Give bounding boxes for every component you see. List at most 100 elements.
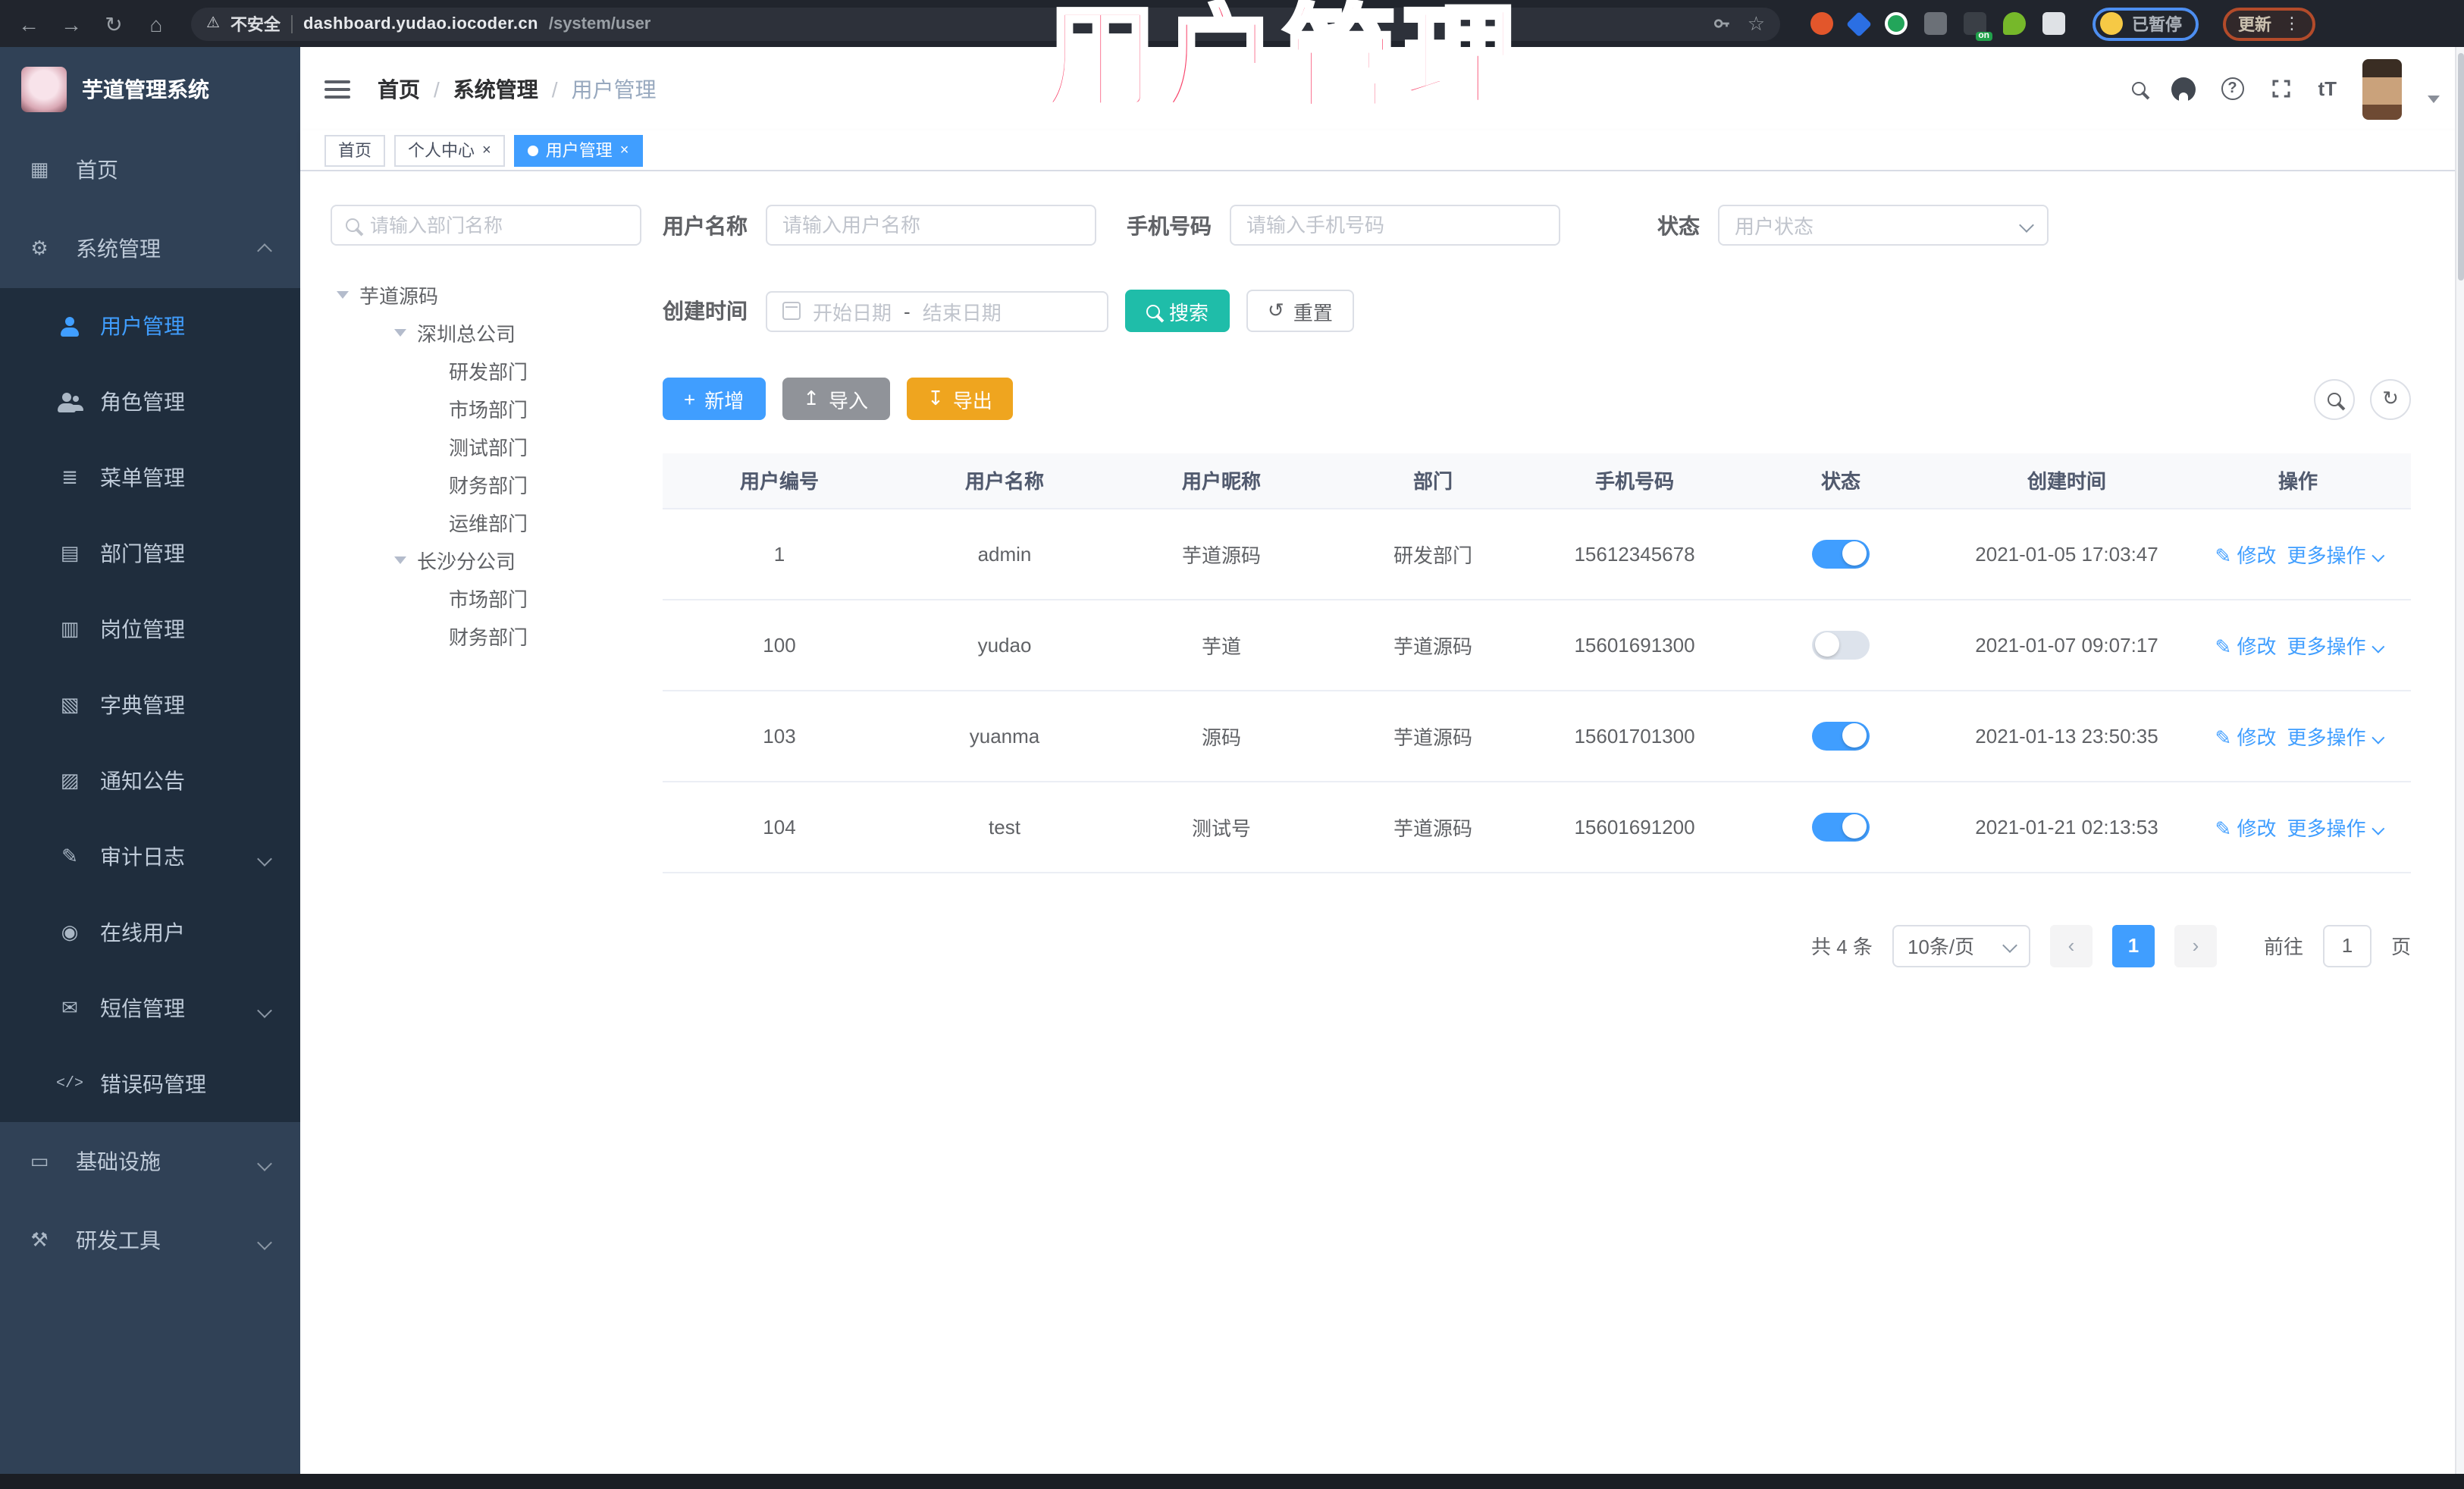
- scrollbar-thumb[interactable]: [2458, 53, 2464, 281]
- sidebar-item-岗位管理[interactable]: ▥ 岗位管理: [0, 591, 300, 667]
- sidebar-item-首页[interactable]: ▦ 首页: [0, 130, 300, 209]
- app-logo-row[interactable]: 芋道管理系统: [0, 47, 300, 130]
- extension-icon-gem[interactable]: [1846, 11, 1872, 36]
- reset-button[interactable]: ↺ 重置: [1246, 290, 1354, 332]
- address-bar[interactable]: ⚠ 不安全 dashboard.yudao.iocoder.cn/system/…: [191, 7, 1780, 40]
- chevron-down-icon: [2019, 218, 2034, 233]
- tree-node-测试部门[interactable]: 测试部门: [331, 428, 641, 466]
- status-toggle[interactable]: [1812, 630, 1870, 659]
- edit-link[interactable]: ✎ 修改: [2215, 817, 2276, 839]
- sidebar-item-部门管理[interactable]: ▤ 部门管理: [0, 516, 300, 591]
- bookmark-star-icon[interactable]: ☆: [1748, 11, 1765, 36]
- status-select[interactable]: 用户状态: [1718, 205, 2049, 246]
- caret-down-icon[interactable]: [2428, 96, 2440, 103]
- home-icon[interactable]: ⌂: [140, 7, 173, 40]
- tree-caret-icon[interactable]: [337, 291, 349, 299]
- status-toggle[interactable]: [1812, 812, 1870, 841]
- tree-caret-icon[interactable]: [394, 329, 406, 337]
- extension-icon-list[interactable]: on: [1964, 12, 1992, 41]
- more-actions-link[interactable]: 更多操作: [2287, 726, 2385, 748]
- search-button[interactable]: 搜索: [1125, 290, 1230, 332]
- sidebar-item-系统管理[interactable]: ⚙ 系统管理: [0, 209, 300, 288]
- tree-caret-icon[interactable]: [394, 556, 406, 564]
- edit-link[interactable]: ✎ 修改: [2215, 635, 2276, 657]
- extension-icon-orange[interactable]: [1810, 12, 1833, 35]
- page-1-button[interactable]: 1: [2111, 924, 2155, 967]
- username-input[interactable]: [782, 214, 1080, 237]
- cell-username: yudao: [896, 599, 1113, 691]
- tab-个人中心[interactable]: 个人中心 ×: [394, 134, 505, 166]
- browser-update-button[interactable]: 更新 ⋮: [2223, 7, 2315, 40]
- more-actions-link[interactable]: 更多操作: [2287, 817, 2385, 839]
- sidebar-item-菜单管理[interactable]: ≣ 菜单管理: [0, 440, 300, 516]
- status-toggle[interactable]: [1812, 539, 1870, 568]
- url-host[interactable]: dashboard.yudao.iocoder.cn: [303, 14, 538, 33]
- sidebar-item-短信管理[interactable]: ✉ 短信管理: [0, 970, 300, 1046]
- department-search-input[interactable]: [370, 215, 626, 236]
- sidebar-item-在线用户[interactable]: ◉ 在线用户: [0, 895, 300, 970]
- window-scrollbar[interactable]: [2455, 47, 2464, 1474]
- tree-node-芋道源码[interactable]: 芋道源码: [331, 276, 641, 314]
- breadcrumb-item[interactable]: 首页: [378, 74, 420, 104]
- extension-icon-puzzle[interactable]: [2042, 12, 2065, 35]
- close-icon[interactable]: ×: [620, 142, 629, 158]
- tree-node-label: 运维部门: [449, 513, 528, 535]
- show-search-button[interactable]: [2314, 378, 2355, 419]
- kebab-menu-icon[interactable]: ⋮: [2284, 14, 2300, 33]
- cell-mobile: 15601701300: [1536, 690, 1733, 782]
- extension-icon-tadpole[interactable]: [2003, 12, 2026, 35]
- extension-icon-grid[interactable]: [1924, 12, 1947, 35]
- import-button[interactable]: ↥ 导入: [782, 378, 890, 420]
- sidebar-item-研发工具[interactable]: ⚒ 研发工具: [0, 1201, 300, 1280]
- breadcrumb-item[interactable]: 系统管理: [453, 74, 538, 104]
- sidebar-item-审计日志[interactable]: ✎ 审计日志: [0, 819, 300, 895]
- key-icon[interactable]: [1713, 14, 1732, 33]
- tree-node-研发部门[interactable]: 研发部门: [331, 352, 641, 390]
- sidebar-item-用户管理[interactable]: 用户管理: [0, 288, 300, 364]
- tree-node-市场部门[interactable]: 市场部门: [331, 390, 641, 428]
- date-start-placeholder: 开始日期: [813, 301, 892, 324]
- add-button[interactable]: + 新增: [663, 378, 766, 420]
- search-icon[interactable]: [2131, 82, 2146, 96]
- forward-arrow-icon[interactable]: →: [55, 7, 88, 40]
- tree-node-财务部门[interactable]: 财务部门: [331, 617, 641, 655]
- tree-node-长沙分公司[interactable]: 长沙分公司: [331, 541, 641, 579]
- user-avatar[interactable]: [2362, 58, 2402, 119]
- back-arrow-icon[interactable]: ←: [12, 7, 45, 40]
- sidebar-item-基础设施[interactable]: ▭ 基础设施: [0, 1122, 300, 1201]
- more-actions-link[interactable]: 更多操作: [2287, 635, 2385, 657]
- browser-profile-chip[interactable]: 已暂停: [2093, 7, 2199, 40]
- sidebar-item-通知公告[interactable]: ▨ 通知公告: [0, 743, 300, 819]
- font-size-icon[interactable]: tT: [2318, 77, 2337, 100]
- next-page-button[interactable]: ›: [2174, 924, 2217, 967]
- edit-link[interactable]: ✎ 修改: [2215, 544, 2276, 566]
- date-range-picker[interactable]: 开始日期 - 结束日期: [766, 290, 1108, 331]
- goto-page-input[interactable]: [2322, 924, 2372, 967]
- more-actions-link[interactable]: 更多操作: [2287, 544, 2385, 566]
- status-toggle[interactable]: [1812, 721, 1870, 750]
- mobile-input[interactable]: [1246, 214, 1544, 237]
- reload-icon[interactable]: ↻: [97, 7, 130, 40]
- tree-node-市场部门[interactable]: 市场部门: [331, 579, 641, 617]
- edit-link[interactable]: ✎ 修改: [2215, 726, 2276, 748]
- extension-icon-green-circle[interactable]: [1885, 12, 1908, 35]
- export-button[interactable]: ↧ 导出: [906, 378, 1014, 420]
- mobile-field: [1230, 205, 1560, 246]
- collapse-sidebar-icon[interactable]: [324, 80, 350, 98]
- sidebar-item-角色管理[interactable]: 角色管理: [0, 364, 300, 440]
- tab-用户管理[interactable]: 用户管理 ×: [513, 134, 643, 166]
- security-label[interactable]: 不安全: [230, 11, 281, 36]
- github-icon[interactable]: [2171, 77, 2196, 101]
- close-icon[interactable]: ×: [482, 142, 491, 158]
- tree-node-财务部门[interactable]: 财务部门: [331, 466, 641, 503]
- sidebar-item-字典管理[interactable]: ▧ 字典管理: [0, 667, 300, 743]
- prev-page-button[interactable]: ‹: [2049, 924, 2093, 967]
- tab-首页[interactable]: 首页: [324, 134, 385, 166]
- sidebar-item-错误码管理[interactable]: </> 错误码管理: [0, 1046, 300, 1122]
- tree-node-运维部门[interactable]: 运维部门: [331, 503, 641, 541]
- refresh-table-button[interactable]: ↻: [2370, 378, 2411, 419]
- help-icon[interactable]: ?: [2221, 77, 2244, 100]
- tree-node-深圳总公司[interactable]: 深圳总公司: [331, 314, 641, 352]
- fullscreen-icon[interactable]: [2269, 77, 2292, 100]
- page-size-select[interactable]: 10条/页: [1892, 924, 2030, 967]
